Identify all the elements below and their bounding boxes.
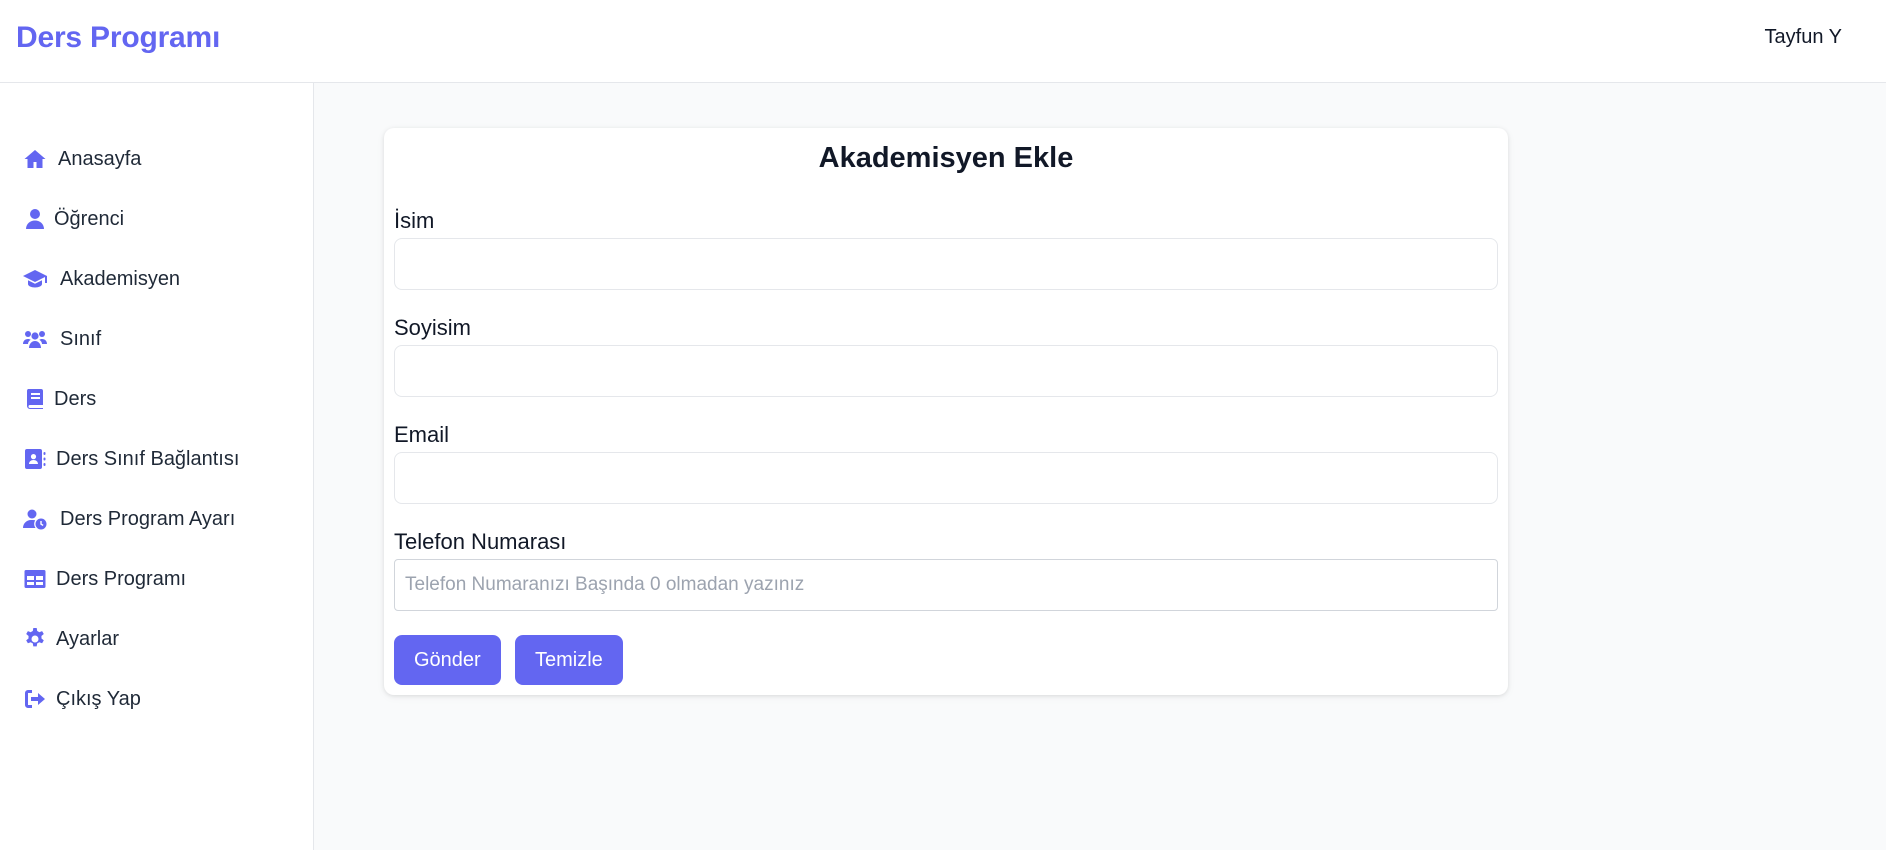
user-name[interactable]: Tayfun Y [1765,26,1842,49]
gear-icon [22,626,48,652]
user-clock-icon [22,506,48,532]
sidebar-item-anasayfa[interactable]: Anasayfa [22,142,141,176]
top-header: Ders Programı Tayfun Y [0,0,1886,83]
users-icon [22,326,48,352]
phone-input[interactable] [394,559,1498,611]
sidebar-item-cikis-yap[interactable]: Çıkış Yap [22,682,141,716]
user-icon [22,206,48,232]
sidebar: Anasayfa Öğrenci Akademisyen Sınıf Ders … [0,83,314,850]
table-icon [22,566,48,592]
sidebar-item-sinif[interactable]: Sınıf [22,322,101,356]
sign-out-icon [22,686,48,712]
sidebar-item-akademisyen[interactable]: Akademisyen [22,262,180,296]
sidebar-item-label: Ayarlar [56,627,119,650]
add-academic-form-card: Akademisyen Ekle İsim Soyisim Email Tele… [384,128,1508,695]
sidebar-item-label: Sınıf [60,327,102,350]
email-label: Email [394,422,450,447]
sidebar-item-ogrenci[interactable]: Öğrenci [22,202,124,236]
main-content: Akademisyen Ekle İsim Soyisim Email Tele… [314,83,1886,850]
sidebar-item-label: Akademisyen [60,267,181,290]
home-icon [22,146,48,172]
app-brand[interactable]: Ders Programı [16,21,220,55]
sidebar-item-ayarlar[interactable]: Ayarlar [22,622,119,656]
form-title: Akademisyen Ekle [818,142,1074,174]
sidebar-item-label: Ders [54,387,97,410]
book-icon [22,386,48,412]
sidebar-item-ders-programi[interactable]: Ders Programı [22,562,186,596]
sidebar-item-label: Ders Program Ayarı [60,507,236,530]
first-name-input[interactable] [394,238,1498,290]
last-name-label: Soyisim [394,315,472,340]
email-input[interactable] [394,452,1498,504]
phone-label: Telefon Numarası [394,529,567,554]
sidebar-item-ders[interactable]: Ders [22,382,96,416]
submit-button[interactable]: Gönder [394,635,501,685]
sidebar-item-ders-sinif-baglantisi[interactable]: Ders Sınıf Bağlantısı [22,442,239,476]
sidebar-item-label: Anasayfa [58,147,142,170]
clear-button[interactable]: Temizle [515,635,623,685]
sidebar-item-ders-program-ayari[interactable]: Ders Program Ayarı [22,502,235,536]
sidebar-item-label: Çıkış Yap [56,687,141,710]
sidebar-item-label: Ders Sınıf Bağlantısı [56,447,240,470]
last-name-input[interactable] [394,345,1498,397]
address-book-icon [22,446,48,472]
first-name-label: İsim [394,208,435,233]
sidebar-item-label: Öğrenci [54,207,125,230]
graduation-cap-icon [22,266,48,292]
sidebar-item-label: Ders Programı [56,567,187,590]
